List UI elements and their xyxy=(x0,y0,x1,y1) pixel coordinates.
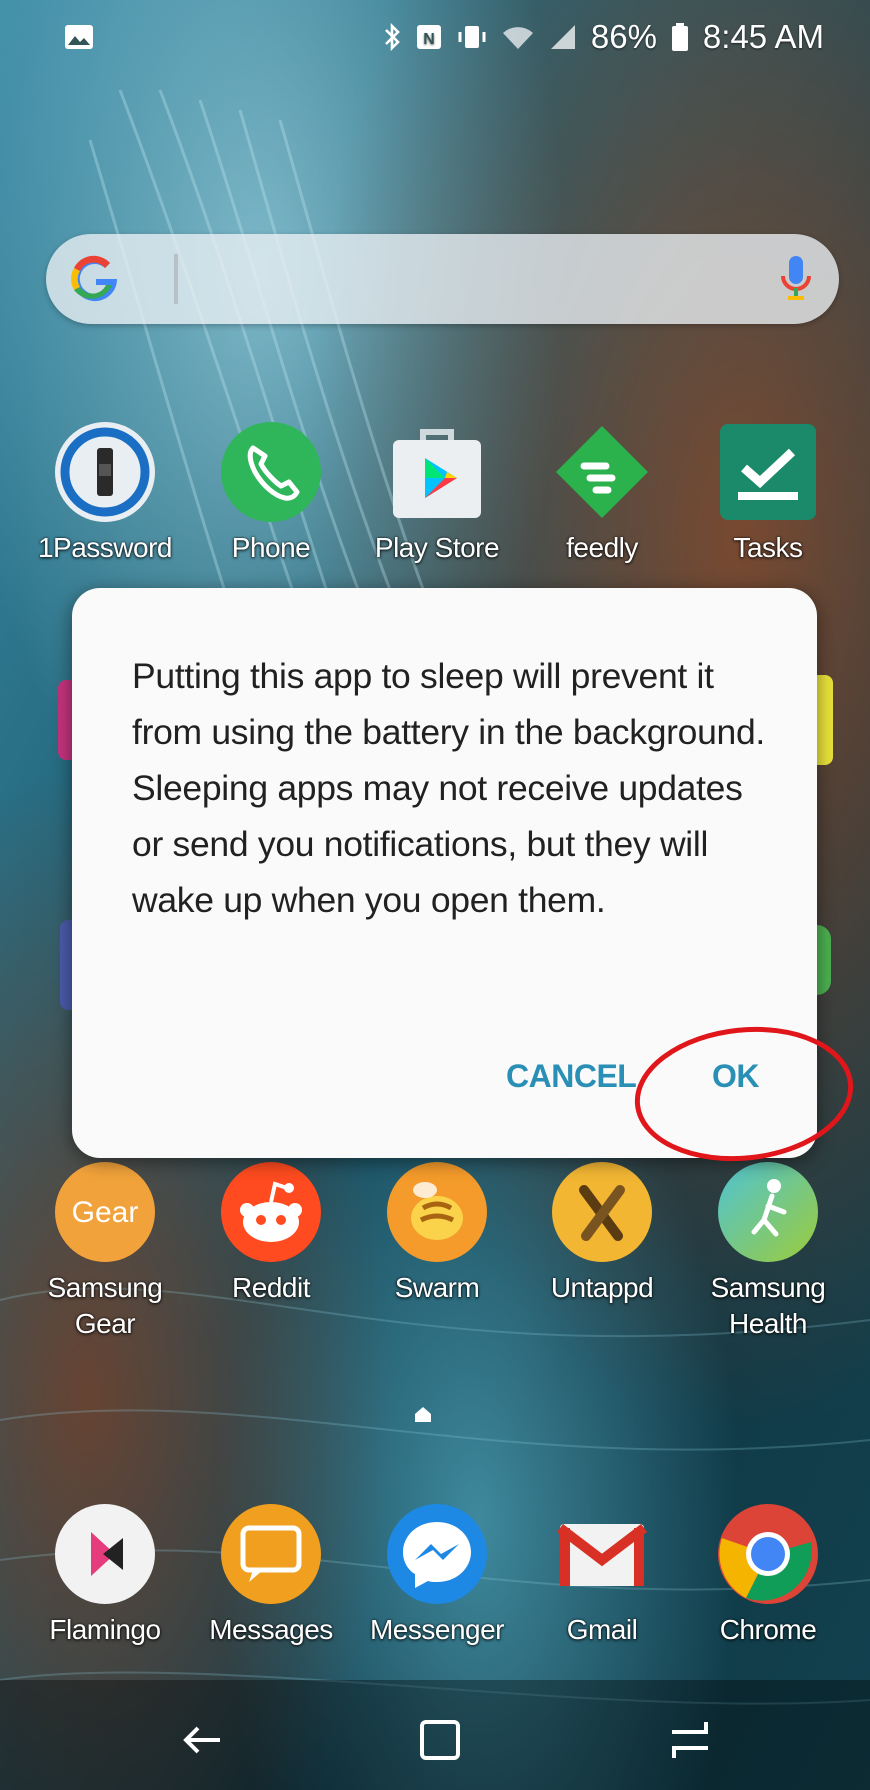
samsung-health-icon xyxy=(716,1160,820,1264)
cancel-button[interactable]: CANCEL xyxy=(506,1058,637,1095)
messages-icon xyxy=(219,1502,323,1606)
wifi-icon xyxy=(501,23,535,51)
app-tasks[interactable]: Tasks xyxy=(693,420,843,566)
vibrate-icon xyxy=(457,23,487,51)
app-untappd[interactable]: Untappd xyxy=(527,1160,677,1306)
google-search-bar[interactable] xyxy=(46,234,839,324)
status-icons: N 86% 8:45 AM xyxy=(383,18,824,56)
app-label: Messages xyxy=(209,1614,333,1645)
nfc-icon: N xyxy=(415,23,443,51)
annotation-circle xyxy=(630,1020,860,1175)
app-swarm[interactable]: Swarm xyxy=(362,1160,512,1306)
picture-icon xyxy=(64,24,94,55)
app-messages[interactable]: Messages xyxy=(196,1502,346,1648)
app-label: Play Store xyxy=(374,532,500,563)
app-messenger[interactable]: Messenger xyxy=(362,1502,512,1648)
home-page-indicator-icon xyxy=(413,1404,433,1429)
app-label: Messenger xyxy=(369,1614,505,1645)
recents-icon[interactable] xyxy=(668,1718,712,1767)
battery-icon xyxy=(671,22,689,52)
app-1password[interactable]: 1Password xyxy=(30,420,180,566)
app-samsung-gear[interactable]: Gear Samsung Gear xyxy=(30,1160,180,1342)
navigation-bar xyxy=(0,1690,870,1790)
status-bar: N 86% 8:45 AM xyxy=(0,0,870,82)
swarm-icon xyxy=(385,1160,489,1264)
app-feedly[interactable]: feedly xyxy=(527,420,677,566)
onepassword-icon xyxy=(53,420,157,524)
app-label: Samsung Health xyxy=(710,1272,826,1339)
app-label: 1Password xyxy=(37,532,173,563)
feedly-icon xyxy=(550,420,654,524)
app-label: Untappd xyxy=(550,1272,654,1303)
app-label: Chrome xyxy=(719,1614,817,1645)
untappd-icon xyxy=(550,1160,654,1264)
app-label: Swarm xyxy=(394,1272,480,1303)
samsung-gear-icon: Gear xyxy=(53,1160,157,1264)
reddit-icon xyxy=(219,1160,323,1264)
app-label: Gmail xyxy=(566,1614,638,1645)
chrome-icon xyxy=(716,1502,820,1606)
signal-icon xyxy=(549,23,577,51)
app-label: feedly xyxy=(566,532,638,563)
app-gmail[interactable]: Gmail xyxy=(527,1502,677,1648)
partial-app-icon xyxy=(817,925,831,995)
search-cursor xyxy=(174,254,178,304)
app-chrome[interactable]: Chrome xyxy=(693,1502,843,1648)
bluetooth-icon xyxy=(383,21,401,53)
mic-icon[interactable] xyxy=(779,254,813,309)
app-reddit[interactable]: Reddit xyxy=(196,1160,346,1306)
tasks-icon xyxy=(716,420,820,524)
dialog-message: Putting this app to sleep will prevent i… xyxy=(132,656,765,920)
gear-icon-text: Gear xyxy=(72,1196,139,1229)
play-store-icon xyxy=(385,420,489,524)
app-label: Flamingo xyxy=(49,1614,161,1645)
partial-app-icon xyxy=(817,675,833,765)
app-label: Phone xyxy=(231,532,311,563)
google-g-icon xyxy=(68,252,122,311)
app-samsung-health[interactable]: Samsung Health xyxy=(693,1160,843,1342)
app-label: Reddit xyxy=(232,1272,310,1303)
app-label: Tasks xyxy=(733,532,803,563)
gmail-icon xyxy=(550,1502,654,1606)
app-phone[interactable]: Phone xyxy=(196,420,346,566)
back-icon[interactable] xyxy=(180,1718,224,1767)
home-icon[interactable] xyxy=(418,1718,462,1767)
app-play-store[interactable]: Play Store xyxy=(362,420,512,566)
app-flamingo[interactable]: Flamingo xyxy=(30,1502,180,1648)
phone-icon xyxy=(219,420,323,524)
battery-percent: 86% xyxy=(590,18,657,55)
svg-text:N: N xyxy=(423,31,435,48)
app-label: Samsung Gear xyxy=(47,1272,163,1339)
flamingo-icon xyxy=(53,1502,157,1606)
clock: 8:45 AM xyxy=(702,18,824,55)
messenger-icon xyxy=(385,1502,489,1606)
